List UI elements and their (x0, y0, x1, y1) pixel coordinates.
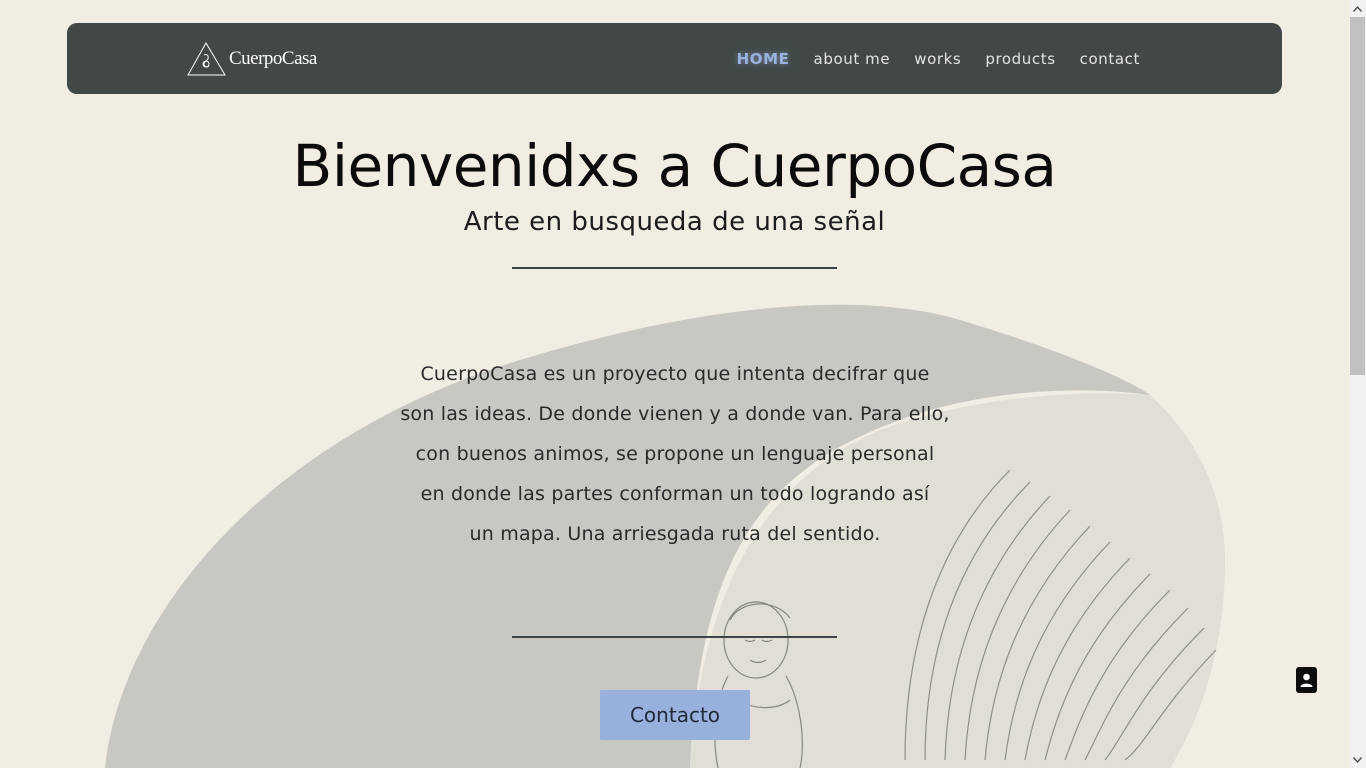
intro-paragraph: CuerpoCasa es un proyecto que intenta de… (400, 354, 950, 554)
nav-link-contact[interactable]: contact (1080, 50, 1140, 68)
scroll-down-arrow-icon[interactable] (1349, 751, 1366, 768)
nav-link-about-me[interactable]: about me (814, 50, 891, 68)
nav-link-home[interactable]: HOME (737, 50, 790, 68)
page-subtitle: Arte en busqueda de una señal (463, 207, 886, 237)
page-title: Bienvenidxs a CuerpoCasa (292, 132, 1057, 200)
logo[interactable]: CuerpoCasa (187, 39, 317, 79)
scroll-up-arrow-icon[interactable] (1349, 0, 1366, 17)
scroll-thumb[interactable] (1350, 17, 1365, 375)
divider-bottom (512, 636, 837, 638)
nav-link-products[interactable]: products (985, 50, 1055, 68)
vertical-scrollbar[interactable] (1349, 0, 1366, 768)
logo-triangle-icon (187, 42, 226, 76)
intro-line: un mapa. Una arriesgada ruta del sentido… (469, 523, 881, 545)
page: CuerpoCasa HOME about me works products … (0, 0, 1349, 768)
contacto-button[interactable]: Contacto (600, 690, 750, 740)
intro-line: con buenos animos, se propone un lenguaj… (415, 443, 935, 465)
contact-card-icon[interactable] (1296, 667, 1317, 693)
intro-line: en donde las partes conforman un todo lo… (420, 483, 930, 505)
intro-line: son las ideas. De donde vienen y a donde… (400, 403, 950, 425)
navbar: CuerpoCasa HOME about me works products … (67, 23, 1282, 94)
divider-top (512, 267, 837, 269)
nav-links: HOME about me works products contact (737, 23, 1140, 94)
logo-text: CuerpoCasa (229, 48, 317, 69)
nav-link-works[interactable]: works (914, 50, 961, 68)
intro-line: CuerpoCasa es un proyecto que intenta de… (420, 363, 930, 385)
